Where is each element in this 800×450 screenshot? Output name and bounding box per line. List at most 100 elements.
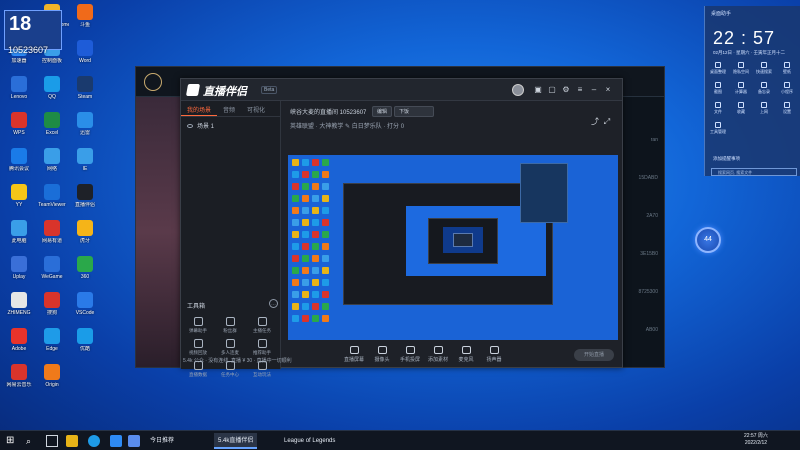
category-select[interactable]: 下饭 xyxy=(394,106,434,117)
desktop-icon[interactable]: VSCode xyxy=(68,292,102,316)
tray-clock[interactable]: 22:57 周六 2022/2/12 xyxy=(744,433,768,447)
widget-tool[interactable]: 设置 xyxy=(776,102,798,115)
lol-side-text: 3E15B0 xyxy=(640,251,658,257)
tab-audio[interactable]: 音频 xyxy=(217,101,241,116)
qq-icon[interactable] xyxy=(110,435,122,447)
desktop-icon[interactable]: 腾讯会议 xyxy=(2,148,36,172)
widget-tool[interactable]: 收藏 xyxy=(730,102,752,115)
desktop-icon[interactable]: Excel xyxy=(35,112,69,136)
gift-icon[interactable]: ▣ xyxy=(533,85,543,95)
desktop-icon[interactable]: 360 xyxy=(68,256,102,280)
preview-icon xyxy=(302,231,309,238)
scene-item[interactable]: 场景 1 xyxy=(181,117,280,134)
tab-visual[interactable]: 可视化 xyxy=(241,101,271,116)
widget-search[interactable]: 搜索网页, 搜索文件 xyxy=(711,168,797,176)
screen-icon xyxy=(349,346,359,354)
desktop-icon[interactable]: Origin xyxy=(35,364,69,388)
menu-icon[interactable]: ≡ xyxy=(575,85,585,95)
taskbar-item[interactable]: League of Legends xyxy=(280,433,339,449)
fullscreen-icon[interactable]: ⤢ xyxy=(602,117,612,127)
screen-button[interactable]: 直播屏幕 xyxy=(342,346,366,363)
file-explorer-icon[interactable] xyxy=(66,435,78,447)
widget-tool[interactable]: 截图 xyxy=(707,82,729,95)
desktop-icon-label: 虎牙 xyxy=(79,238,90,244)
floating-ball[interactable]: 44 xyxy=(695,227,721,253)
desktop-icon-label: YY xyxy=(15,202,23,208)
start-stream-button[interactable]: 开始直播 xyxy=(574,349,614,361)
widget-tool[interactable]: 工具管理 xyxy=(707,122,729,135)
eye-icon[interactable] xyxy=(187,123,193,128)
desktop-icon[interactable]: 网易有道 xyxy=(35,220,69,244)
widget-tool[interactable]: 壁纸 xyxy=(776,62,798,75)
task-view-icon[interactable] xyxy=(46,435,58,447)
desktop-icon[interactable]: ZHIMENG xyxy=(2,292,36,316)
widget-tool[interactable]: 隐私空间 xyxy=(730,62,752,75)
desktop-icon[interactable]: Uplay xyxy=(2,256,36,280)
tool-danmaku[interactable]: 弹幕助手 xyxy=(185,317,211,334)
widget-tool[interactable]: 上网 xyxy=(753,102,775,115)
desktop-icon[interactable]: Steam xyxy=(68,76,102,100)
close-icon[interactable]: × xyxy=(603,85,613,95)
desktop-icon-label: Lenovo xyxy=(10,94,28,100)
widget-tool[interactable]: 备忘录 xyxy=(753,82,775,95)
desktop-icon[interactable]: IE xyxy=(68,148,102,172)
more-icon[interactable]: … xyxy=(269,299,278,308)
camera-button[interactable]: 摄像头 xyxy=(370,346,394,363)
desktop-icon[interactable]: QQ xyxy=(35,76,69,100)
desktop-icon[interactable]: Edge xyxy=(35,328,69,352)
tool-fans[interactable]: 粉丝群 xyxy=(217,317,243,334)
desktop-icon[interactable]: Lenovo xyxy=(2,76,36,100)
desktop-icon[interactable]: 斗鱼 xyxy=(68,4,102,28)
widget-tool[interactable]: 桌面整理 xyxy=(707,62,729,75)
stream-companion-window[interactable]: 直播伴侣 Beta ▣ ▢ ⚙ ≡ – × 我的场景 音频 可视化 场景 1 工… xyxy=(180,78,623,377)
widget-tool[interactable]: 快速搜索 xyxy=(753,62,775,75)
desktop-icon[interactable]: 网络 xyxy=(35,148,69,172)
desktop-icon[interactable]: 直播伴侣 xyxy=(68,184,102,208)
widget-tool[interactable]: 文件 xyxy=(707,102,729,115)
lol-logo-icon xyxy=(144,73,162,91)
tool-recommend[interactable]: 推荐助手 xyxy=(249,339,275,356)
user-avatar[interactable] xyxy=(512,84,524,96)
desktop-icon[interactable]: Adobe xyxy=(2,328,36,352)
desktop-icon[interactable]: 迅雷 xyxy=(68,112,102,136)
minimize-icon[interactable]: – xyxy=(589,85,599,95)
tool-task[interactable]: 主播任务 xyxy=(249,317,275,334)
desktop-icon-label: Edge xyxy=(46,346,58,352)
widget-tool[interactable]: 计算器 xyxy=(730,82,752,95)
desktop-icon[interactable]: WPS xyxy=(2,112,36,136)
app-icon[interactable] xyxy=(128,435,140,447)
edge-icon[interactable] xyxy=(88,435,100,447)
desktop-icon[interactable]: WeGame xyxy=(35,256,69,280)
desktop-icon[interactable]: 网易云音乐 xyxy=(2,364,36,388)
share-icon[interactable]: ⤴ xyxy=(590,117,600,127)
search-icon[interactable]: ⌕ xyxy=(26,435,38,447)
widget-tool[interactable]: 小程序 xyxy=(776,82,798,95)
settings-icon[interactable]: ⚙ xyxy=(561,85,571,95)
widget-reminder[interactable]: 添加提醒事项 xyxy=(713,156,740,162)
stream-preview[interactable] xyxy=(288,155,618,340)
tool-multi[interactable]: 多人连麦 xyxy=(217,339,243,356)
desktop-icon-label: 网易有道 xyxy=(41,238,62,244)
desktop-icon[interactable]: 虎牙 xyxy=(68,220,102,244)
tool-replay[interactable]: 视频回放 xyxy=(185,339,211,356)
speaker-button[interactable]: 扬声器 xyxy=(482,346,506,363)
media-button[interactable]: 添加素材 xyxy=(426,346,450,363)
danmaku-icon xyxy=(193,317,203,326)
phone-button[interactable]: 手机投屏 xyxy=(398,346,422,363)
desktop-icon[interactable]: YY xyxy=(2,184,36,208)
desktop-icon[interactable]: Word xyxy=(68,40,102,64)
start-icon[interactable]: ⊞ xyxy=(6,435,18,447)
desktop-icon[interactable]: TeamViewer xyxy=(35,184,69,208)
recommend-icon xyxy=(257,339,267,348)
taskbar-item[interactable]: 今日推荐 xyxy=(146,433,178,449)
taskbar-item[interactable]: 5.4k直播伴侣 xyxy=(214,433,258,449)
mic-button[interactable]: 麦克风 xyxy=(454,346,478,363)
preview-icon xyxy=(302,207,309,214)
message-icon[interactable]: ▢ xyxy=(547,85,557,95)
desktop-icon[interactable]: 优酷 xyxy=(68,328,102,352)
desktop-icon[interactable]: 搜狗 xyxy=(35,292,69,316)
desktop-icon[interactable]: 此电脑 xyxy=(2,220,36,244)
tab-scenes[interactable]: 我的场景 xyxy=(181,101,218,116)
watermark-logo: 18 xyxy=(9,13,32,35)
edit-button[interactable]: 编辑 xyxy=(372,106,393,117)
